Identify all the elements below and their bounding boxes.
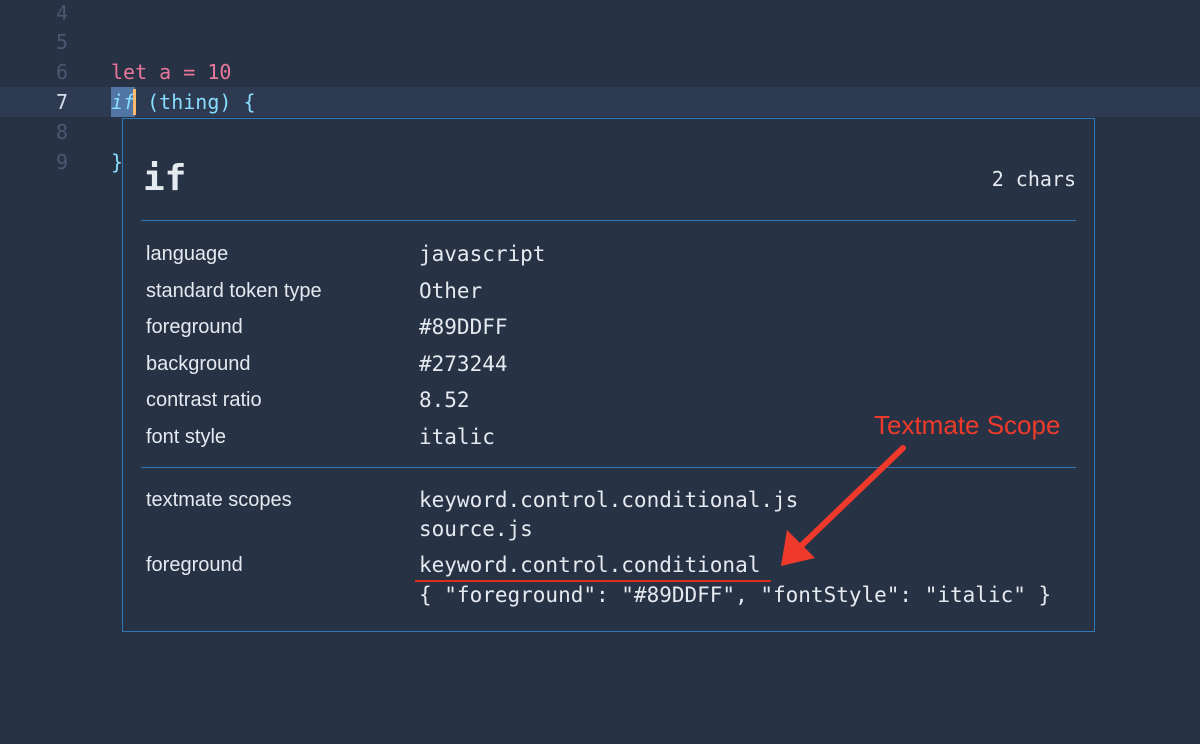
- code-text[interactable]: let a = 10: [111, 57, 231, 87]
- textmate-scopes-row: source.js: [146, 514, 1076, 544]
- line-number: 5: [55, 30, 68, 54]
- divider: [141, 220, 1076, 221]
- rule-style-row: { "foreground": "#89DDFF", "fontStyle": …: [146, 580, 1076, 610]
- property-value: Other: [419, 279, 483, 303]
- line-number: 9: [55, 150, 68, 174]
- foreground-rule-row: foreground keyword.control.conditional: [146, 550, 1076, 582]
- inspected-token: if: [143, 158, 187, 199]
- property-value: javascript: [419, 242, 546, 266]
- condition-token: (thing): [147, 90, 232, 114]
- property-row: background #273244: [146, 349, 1076, 379]
- identifier-token: a: [159, 60, 172, 84]
- property-label: textmate scopes: [146, 489, 292, 511]
- property-label: foreground: [146, 316, 243, 338]
- property-value: italic: [419, 425, 495, 449]
- token-length: 2 chars: [991, 167, 1076, 191]
- selected-token[interactable]: if: [111, 87, 137, 117]
- operator-token: =: [183, 60, 196, 84]
- property-value: 8.52: [419, 388, 470, 412]
- scope-value: source.js: [419, 517, 533, 541]
- token-inspector-panel: if 2 chars language javascript standard …: [122, 118, 1095, 632]
- property-value: #273244: [419, 352, 508, 376]
- code-line: 5: [0, 27, 1200, 57]
- property-value: #89DDFF: [419, 315, 508, 339]
- property-row: language javascript: [146, 239, 1076, 269]
- annotation-label: Textmate Scope: [874, 410, 1061, 440]
- code-text[interactable]: if (thing) {: [111, 87, 256, 117]
- editor-window: 4 5 6 let a = 10 7 if (thing) { 8 9 } if…: [0, 0, 1200, 744]
- code-line: 4: [0, 0, 1200, 30]
- keyword-token: let: [111, 60, 148, 84]
- keyword-if-token: if: [111, 90, 136, 114]
- property-row: foreground #89DDFF: [146, 312, 1076, 342]
- line-number: 7: [55, 90, 68, 114]
- rule-style: { "foreground": "#89DDFF", "fontStyle": …: [419, 583, 1052, 607]
- property-label: font style: [146, 426, 227, 448]
- text-cursor: [133, 89, 137, 115]
- code-line[interactable]: 6 let a = 10: [0, 57, 1200, 87]
- brace-token: {: [243, 90, 256, 114]
- divider: [141, 467, 1076, 468]
- property-label: foreground: [146, 554, 243, 576]
- rule-selector: keyword.control.conditional: [419, 553, 761, 577]
- property-row: standard token type Other: [146, 276, 1076, 306]
- property-label: contrast ratio: [146, 389, 262, 411]
- property-label: standard token type: [146, 280, 322, 302]
- current-line[interactable]: 7 if (thing) {: [0, 87, 1200, 117]
- line-number: 4: [55, 1, 68, 25]
- number-token: 10: [207, 60, 232, 84]
- line-number: 6: [55, 60, 68, 84]
- line-number: 8: [55, 120, 68, 144]
- property-label: language: [146, 243, 229, 265]
- scope-value: keyword.control.conditional.js: [419, 488, 799, 512]
- textmate-scopes-row: textmate scopes keyword.control.conditio…: [146, 485, 1076, 515]
- property-label: background: [146, 353, 251, 375]
